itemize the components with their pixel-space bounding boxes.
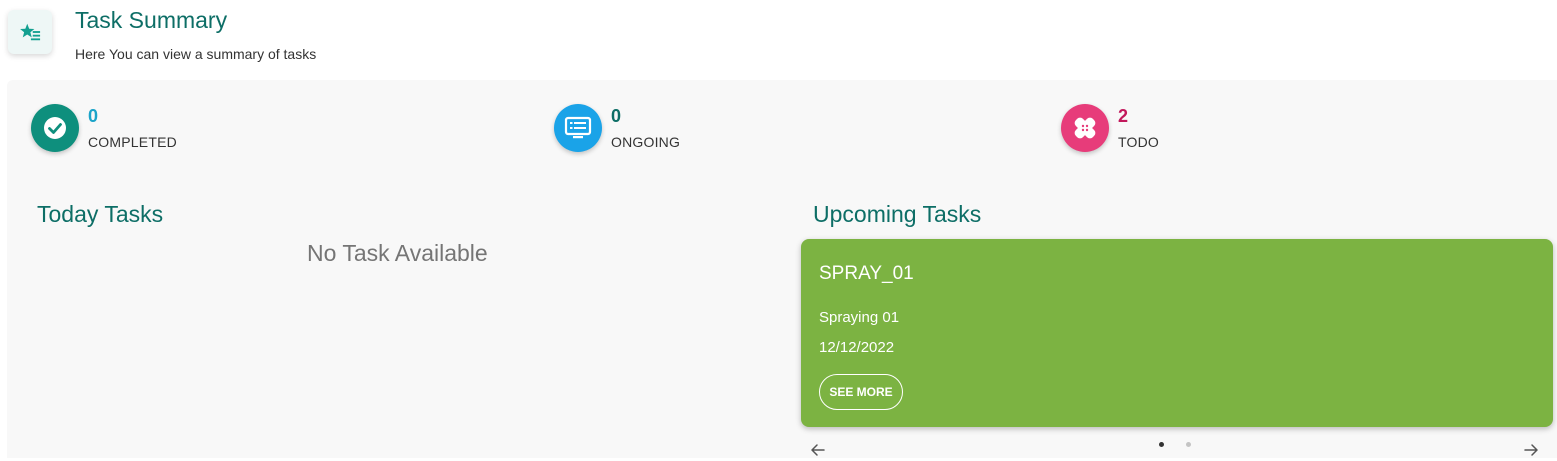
ongoing-count: 0 (611, 106, 622, 126)
ongoing-label: ONGOING (611, 134, 681, 150)
page-subtitle: Here You can view a summary of tasks (75, 46, 317, 62)
task-summary-panel: 0 COMPLETED 0 ONGOING 2 TODO Today Tasks… (7, 80, 1557, 458)
task-card-date: 12/12/2022 (819, 339, 895, 356)
completed-count: 0 (88, 106, 99, 126)
task-card-title: SPRAY_01 (819, 263, 914, 284)
carousel-dot-active[interactable] (1159, 442, 1164, 447)
upcoming-tasks-title: Upcoming Tasks (813, 201, 982, 227)
no-task-message: No Task Available (307, 240, 488, 266)
completed-label: COMPLETED (88, 134, 177, 150)
bandage-icon (1061, 104, 1109, 152)
todo-label: TODO (1118, 134, 1159, 150)
page-title: Task Summary (75, 7, 228, 33)
see-more-button[interactable]: SEE MORE (819, 374, 903, 410)
monitor-list-icon (554, 104, 602, 152)
todo-count: 2 (1118, 106, 1129, 126)
page-header: Task Summary Here You can view a summary… (0, 0, 1557, 78)
star-list-icon (8, 10, 52, 54)
task-card-description: Spraying 01 (819, 309, 900, 326)
carousel-dot[interactable] (1186, 442, 1191, 447)
check-circle-icon (31, 104, 79, 152)
today-tasks-title: Today Tasks (37, 201, 164, 227)
upcoming-task-card: SPRAY_01 Spraying 01 12/12/2022 SEE MORE (801, 239, 1553, 427)
